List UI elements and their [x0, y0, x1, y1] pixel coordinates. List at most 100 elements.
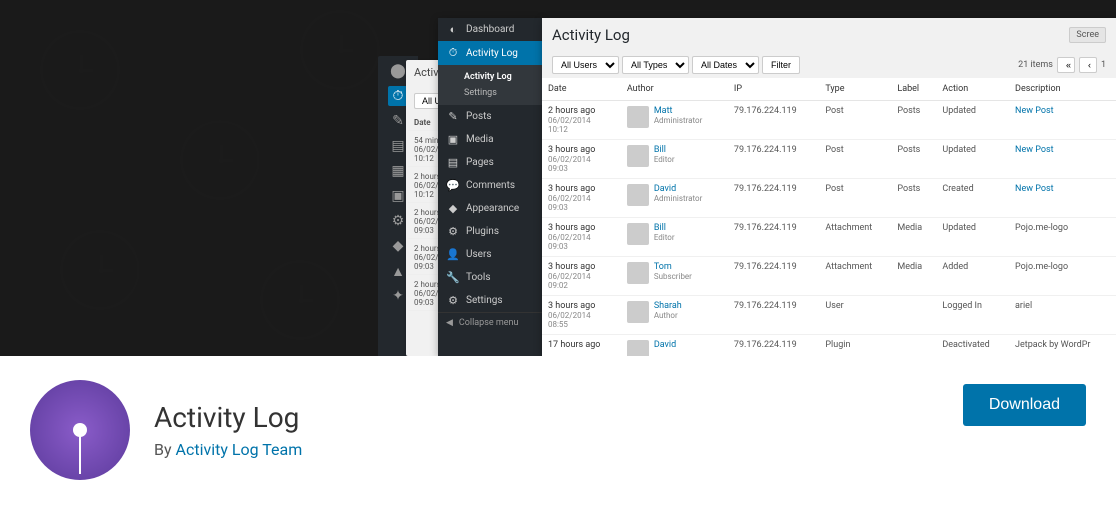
action-cell: Logged In: [936, 296, 1009, 335]
action-cell: Updated: [936, 140, 1009, 179]
plugin-info-bar: Activity Log By Activity Log Team Downlo…: [0, 356, 1116, 504]
author-link[interactable]: Sharah: [654, 301, 682, 311]
col-label[interactable]: Label: [891, 78, 936, 101]
timestamp-relative: 3 hours ago: [548, 301, 615, 311]
sidebar-item-appearance[interactable]: ◆Appearance: [438, 197, 542, 220]
avatar: [627, 184, 649, 206]
timestamp-date: 06/02/2014: [548, 233, 615, 242]
sidebar-item-settings[interactable]: ⚙Settings: [438, 289, 542, 312]
filter-dates[interactable]: All Dates: [692, 56, 759, 74]
page-first[interactable]: «: [1057, 57, 1075, 73]
comments-icon: 💬: [446, 179, 460, 192]
back-sidebar-icon[interactable]: ⚙: [388, 211, 408, 231]
back-sidebar-icon[interactable]: ◆: [388, 236, 408, 256]
description-cell: Jetpack by WordPr: [1009, 335, 1116, 357]
collapse-icon: ◀: [446, 318, 453, 328]
sidebar-item-comments[interactable]: 💬Comments: [438, 174, 542, 197]
back-sidebar-icon[interactable]: ▤: [388, 136, 408, 156]
sidebar-item-posts[interactable]: ✎Posts: [438, 105, 542, 128]
timestamp-relative: 3 hours ago: [548, 145, 615, 155]
author-link[interactable]: Bill: [654, 145, 675, 155]
ip-cell: 79.176.224.119: [728, 101, 819, 140]
plugin-icon: [30, 380, 130, 480]
col-date[interactable]: Date: [542, 78, 621, 101]
sidebar-item-tools[interactable]: 🔧Tools: [438, 266, 542, 289]
col-ip[interactable]: IP: [728, 78, 819, 101]
ip-cell: 79.176.224.119: [728, 218, 819, 257]
dashboard-icon: ◐: [446, 23, 460, 36]
collapse-menu[interactable]: ◀Collapse menu: [438, 312, 542, 333]
author-role: Editor: [654, 155, 675, 164]
sidebar-item-plugins[interactable]: ⚙Plugins: [438, 220, 542, 243]
author-link[interactable]: David: [654, 340, 676, 350]
description-cell: ariel: [1009, 296, 1116, 335]
hero-banner: ⬤⏱✎▤▦▣⚙◆▲✦ Activity Log All Users Date54…: [0, 0, 1116, 356]
sidebar-item-media[interactable]: ▣Media: [438, 128, 542, 151]
table-row: 2 hours ago06/02/201410:12 MattAdministr…: [542, 101, 1116, 140]
back-sidebar-icon[interactable]: ⏱: [388, 86, 408, 106]
type-cell: Post: [819, 101, 891, 140]
filter-types[interactable]: All Types: [622, 56, 689, 74]
back-sidebar-icon[interactable]: ✎: [388, 111, 408, 131]
avatar: [627, 145, 649, 167]
col-description[interactable]: Description: [1009, 78, 1116, 101]
author-link[interactable]: Bill: [654, 223, 675, 233]
sidebar-item-dashboard[interactable]: ◐Dashboard: [438, 18, 542, 41]
author-role: Administrator: [654, 194, 703, 203]
author-link[interactable]: David: [654, 184, 703, 194]
author-role: Editor: [654, 233, 675, 242]
settings-icon: ⚙: [446, 294, 460, 307]
description-cell[interactable]: New Post: [1009, 101, 1116, 140]
download-button[interactable]: Download: [963, 384, 1086, 426]
type-cell: Plugin: [819, 335, 891, 357]
table-row: 17 hours ago David 79.176.224.119 Plugin…: [542, 335, 1116, 357]
col-action[interactable]: Action: [936, 78, 1009, 101]
back-sidebar-icon[interactable]: ✦: [388, 286, 408, 306]
avatar: [627, 301, 649, 323]
back-sidebar-icon[interactable]: ▲: [388, 261, 408, 281]
ip-cell: 79.176.224.119: [728, 179, 819, 218]
avatar: [627, 262, 649, 284]
description-cell[interactable]: New Post: [1009, 179, 1116, 218]
filter-users[interactable]: All Users: [552, 56, 619, 74]
col-author[interactable]: Author: [621, 78, 728, 101]
col-type[interactable]: Type: [819, 78, 891, 101]
page-prev[interactable]: ‹: [1079, 57, 1097, 73]
screen-options-button[interactable]: Scree: [1069, 27, 1106, 43]
back-sidebar-icon[interactable]: ▣: [388, 186, 408, 206]
back-sidebar-icon[interactable]: ▦: [388, 161, 408, 181]
plugin-author-link[interactable]: Activity Log Team: [176, 440, 303, 459]
table-row: 3 hours ago06/02/201408:55 SharahAuthor …: [542, 296, 1116, 335]
action-cell: Deactivated: [936, 335, 1009, 357]
timestamp-time: 09:03: [548, 203, 615, 212]
posts-icon: ✎: [446, 110, 460, 123]
sidebar-subitem[interactable]: Settings: [438, 85, 542, 101]
description-cell[interactable]: New Post: [1009, 140, 1116, 179]
type-cell: Attachment: [819, 257, 891, 296]
sidebar-item-users[interactable]: 👤Users: [438, 243, 542, 266]
plugin-byline: By Activity Log Team: [154, 440, 939, 459]
author-role: Administrator: [654, 116, 703, 125]
description-cell: Pojo.me-logo: [1009, 218, 1116, 257]
wp-admin-sidebar: ◐Dashboard⏱Activity Log Activity LogSetti…: [438, 18, 542, 356]
plugin-title: Activity Log: [154, 401, 939, 434]
timestamp-date: 06/02/2014: [548, 116, 615, 125]
sidebar-item-activity-log[interactable]: ⏱Activity Log: [438, 41, 542, 65]
author-link[interactable]: Matt: [654, 106, 703, 116]
label-cell: Media: [891, 257, 936, 296]
sidebar-subitem[interactable]: Activity Log: [438, 69, 542, 85]
action-cell: Updated: [936, 101, 1009, 140]
timestamp-date: 06/02/2014: [548, 155, 615, 164]
ip-cell: 79.176.224.119: [728, 257, 819, 296]
back-sidebar-icon[interactable]: ⬤: [388, 61, 408, 81]
tools-icon: 🔧: [446, 271, 460, 284]
filter-button[interactable]: Filter: [762, 56, 800, 74]
timestamp-relative: 2 hours ago: [548, 106, 615, 116]
plugins-icon: ⚙: [446, 225, 460, 238]
activity-log-panel: Activity Log Scree All Users All Types A…: [542, 18, 1116, 356]
activity log-icon: ⏱: [446, 46, 460, 60]
author-role: Subscriber: [654, 272, 692, 281]
author-link[interactable]: Tom: [654, 262, 692, 272]
sidebar-item-pages[interactable]: ▤Pages: [438, 151, 542, 174]
type-cell: Post: [819, 140, 891, 179]
